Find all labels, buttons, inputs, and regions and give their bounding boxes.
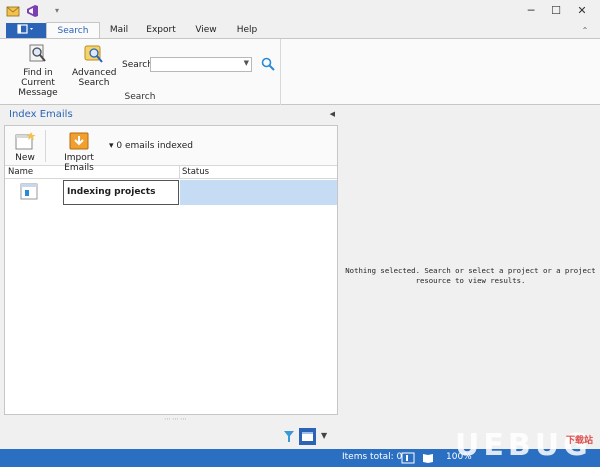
layout-dropdown-icon[interactable]: ▼ [321,431,327,440]
tab-help[interactable]: Help [231,22,263,39]
ribbon-tabs: Search Mail Export View Help ⌃ [0,22,600,39]
resize-grip[interactable]: ⋯⋯⋯ [164,415,188,423]
title-bar: ▾ ─ ☐ ✕ [0,0,600,22]
column-status-header[interactable]: Status [182,167,209,177]
tab-mail[interactable]: Mail [104,22,134,39]
project-icon [20,183,38,200]
results-pane: Nothing selected. Search or select a pro… [341,106,600,449]
search-go-icon[interactable] [260,56,276,72]
search-dropdown-icon[interactable]: ▼ [244,59,249,67]
file-menu-button[interactable] [6,23,46,38]
empty-results-message: Nothing selected. Search or select a pro… [345,266,596,285]
app-mail-icon [6,6,20,17]
new-project-icon [15,132,36,150]
close-button[interactable]: ✕ [571,2,593,20]
advanced-search-button[interactable]: Advanced Search [72,43,116,88]
column-name-header[interactable]: Name [8,167,33,177]
new-button[interactable]: New [9,131,41,163]
table-row[interactable]: Indexing projects [5,180,337,205]
index-emails-body: New Import Emails ▾ 0 emails indexed Nam… [4,125,338,415]
filter-icon[interactable] [283,430,295,444]
minimize-button[interactable]: ─ [520,2,542,20]
index-toolbar: New Import Emails ▾ 0 emails indexed [5,126,337,173]
index-emails-pane: Index Emails ◀ New Import Emails ▾ 0 ema… [4,106,339,449]
items-total: Items total: 0 [342,452,403,462]
find-in-current-message-button[interactable]: Find in Current Message [6,43,70,98]
grid-header: Name Status [5,166,337,179]
search-input[interactable]: ▼ [150,57,252,72]
book-view-icon[interactable] [421,451,435,465]
app-menu-icon [17,24,33,34]
maximize-button[interactable]: ☐ [545,2,567,20]
emails-indexed-count[interactable]: ▾ 0 emails indexed [109,141,193,151]
tab-export[interactable]: Export [140,22,182,39]
column-divider[interactable] [179,166,180,179]
bottom-toolbar: ▼ [283,428,343,446]
pane-header: Index Emails ◀ [4,106,339,124]
quick-access-dropdown-icon[interactable]: ▾ [50,2,64,20]
reading-pane-icon[interactable] [401,451,415,465]
import-icon [69,132,89,150]
collapse-ribbon-icon[interactable]: ⌃ [578,22,592,39]
search-field-label: Search [122,60,153,70]
search-group: Find in Current Message Advanced Search … [0,39,281,105]
pane-title: Index Emails [9,109,73,120]
watermark-subtitle: 下载站 [566,436,594,446]
visual-studio-icon[interactable] [25,4,39,18]
advanced-search-icon [84,45,103,63]
ribbon-body: Find in Current Message Advanced Search … [0,38,600,105]
toolbar-separator [45,130,46,162]
project-name-editor[interactable]: Indexing projects [63,180,179,205]
collapse-pane-icon[interactable]: ◀ [330,110,335,118]
layout-toggle-icon[interactable] [299,428,316,445]
tab-search[interactable]: Search [46,22,100,39]
tab-view[interactable]: View [189,22,223,39]
search-group-label: Search [124,92,156,102]
find-message-icon [29,44,46,62]
project-status-cell[interactable] [180,180,337,205]
